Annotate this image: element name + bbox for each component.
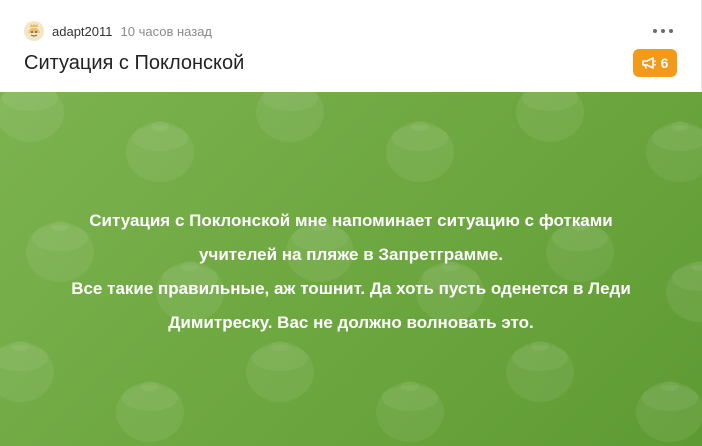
post-card: adapt2011 10 часов назад Ситуация с Покл… <box>0 0 702 446</box>
more-dot <box>669 29 673 33</box>
post-meta: adapt2011 10 часов назад <box>24 20 212 42</box>
avatar-icon[interactable] <box>24 21 44 41</box>
megaphone-icon <box>641 57 656 69</box>
post-body-line: учителей на пляже в Запретграмме. <box>199 245 503 264</box>
post-image[interactable]: Ситуация с Поклонской мне напоминает сит… <box>0 92 702 446</box>
badge-count: 6 <box>660 55 669 71</box>
more-dot <box>661 29 665 33</box>
post-body-line: Ситуация с Поклонской мне напоминает сит… <box>89 211 613 230</box>
post-body-text: Ситуация с Поклонской мне напоминает сит… <box>40 204 662 340</box>
post-body-line: Димитреску. Вас не должно волновать это. <box>168 313 534 332</box>
post-title[interactable]: Ситуация с Поклонской <box>24 50 244 76</box>
more-horizontal-icon[interactable] <box>653 24 673 38</box>
post-body-line: Все такие правильные, аж тошнит. Да хоть… <box>71 279 631 298</box>
reactions-badge[interactable]: 6 <box>633 49 677 77</box>
post-time: 10 часов назад <box>120 23 213 39</box>
author-name[interactable]: adapt2011 <box>52 24 113 39</box>
more-dot <box>653 29 657 33</box>
